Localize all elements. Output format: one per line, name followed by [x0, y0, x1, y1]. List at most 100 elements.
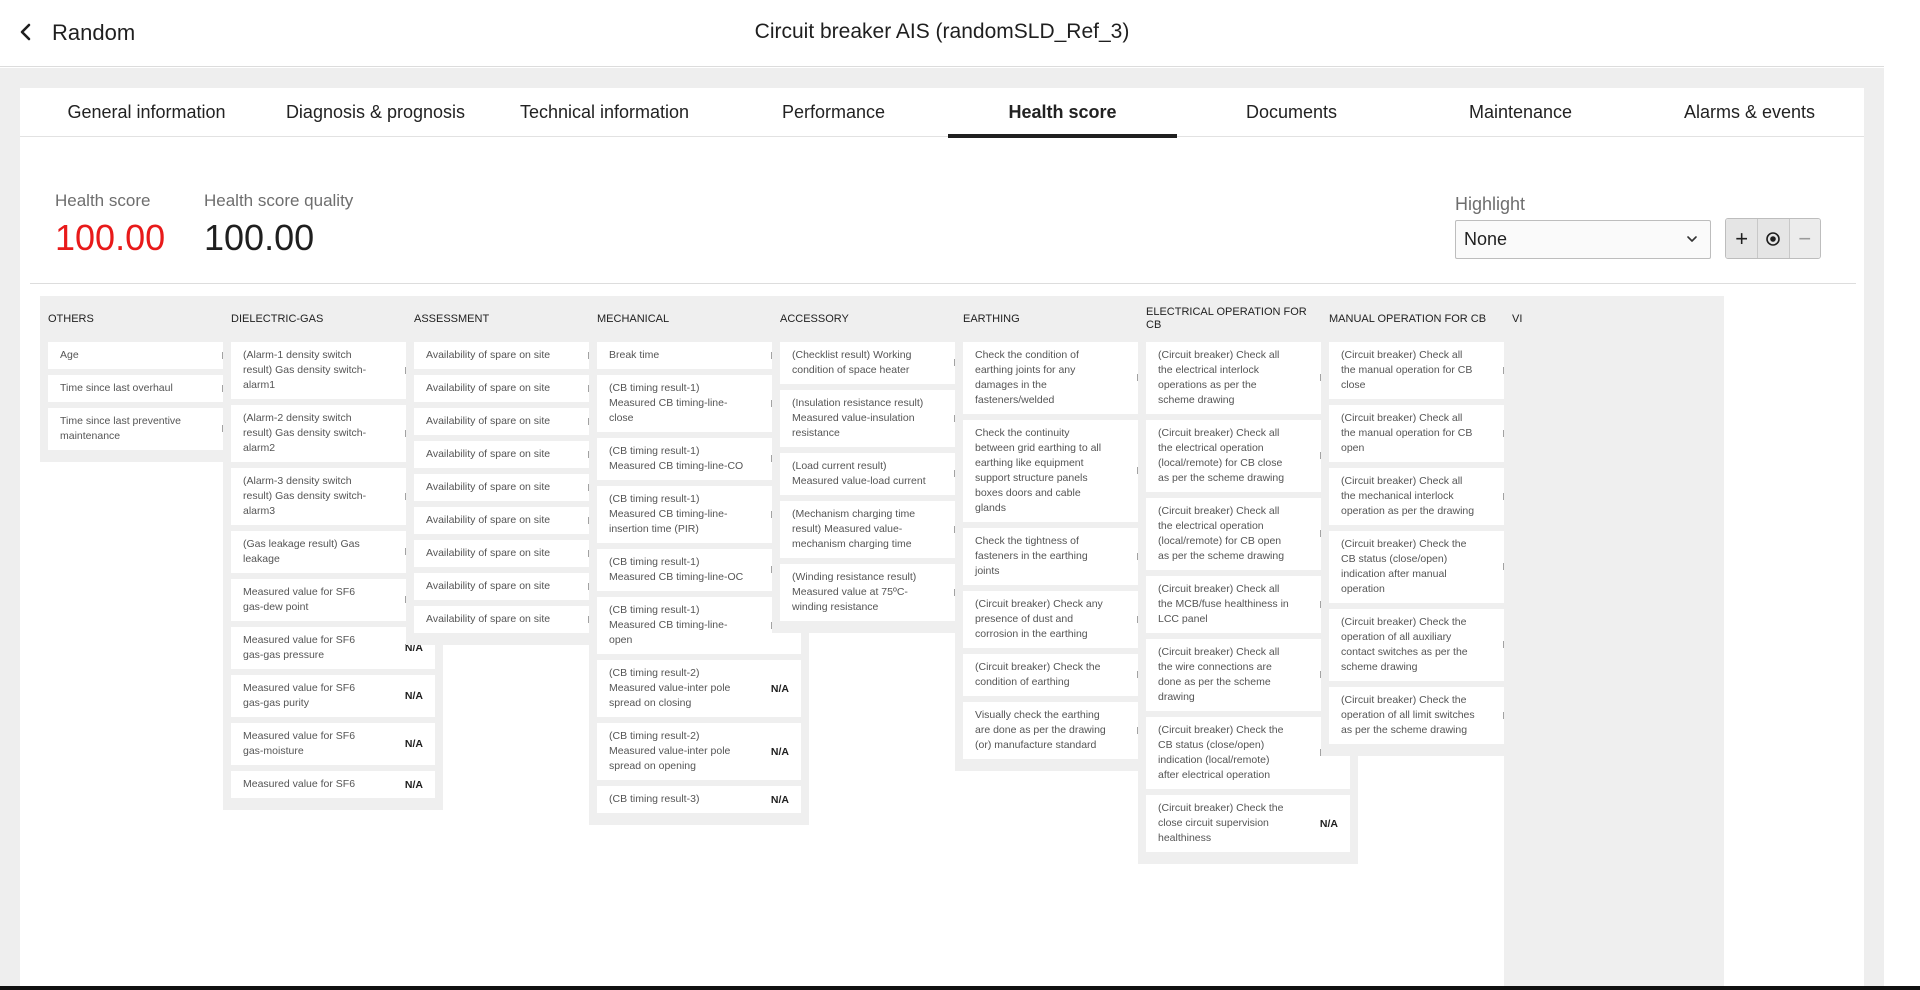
indicator-item[interactable]: (Circuit breaker) Check all the mechanic… [1329, 468, 1533, 525]
highlight-label: Highlight [1455, 194, 1526, 214]
indicator-item[interactable]: (Circuit breaker) Check the operation of… [1329, 609, 1533, 681]
tab-bar: General information Diagnosis & prognosis… [20, 88, 1864, 138]
tab-technical-information[interactable]: Technical information [490, 88, 719, 137]
target-icon [1766, 231, 1781, 246]
indicator-item[interactable]: (Load current result) Measured value-loa… [780, 453, 984, 495]
tab-performance[interactable]: Performance [719, 88, 948, 137]
health-score-quality-label: Health score quality [204, 191, 354, 210]
indicator-label: (Circuit breaker) Check all the manual o… [1341, 412, 1473, 454]
indicator-value: N/A [404, 738, 423, 750]
indicator-label: Time since last preventive maintenance [60, 415, 181, 442]
indicator-label: (Insulation resistance result) Measured … [792, 397, 924, 439]
tab-documents[interactable]: Documents [1177, 88, 1406, 137]
indicator-item[interactable]: Availability of spare on siteN/A [414, 573, 618, 600]
indicator-label: (CB timing result-1) Measured CB timing-… [609, 604, 728, 646]
zoom-in-button[interactable]: + [1726, 219, 1758, 258]
indicator-item[interactable]: AgeN/A [48, 342, 252, 369]
indicator-label: (Winding resistance result) Measured val… [792, 571, 917, 613]
category-header: ASSESSMENTN/A [414, 296, 618, 342]
indicator-item[interactable]: (CB timing result-1) Measured CB timing-… [597, 549, 801, 591]
indicator-item[interactable]: Availability of spare on siteN/A [414, 342, 618, 369]
indicator-item[interactable]: (CB timing result-1) Measured CB timing-… [597, 486, 801, 543]
indicator-item[interactable]: (Circuit breaker) Check all the wire con… [1146, 639, 1350, 711]
indicator-item[interactable]: (Winding resistance result) Measured val… [780, 564, 984, 621]
indicator-item[interactable]: (Gas leakage result) Gas leakageN/A [231, 531, 435, 573]
indicator-item[interactable]: (CB timing result-1) Measured CB timing-… [597, 438, 801, 480]
indicator-item[interactable]: Availability of spare on siteN/A [414, 507, 618, 534]
indicator-label: Availability of spare on site [426, 481, 551, 493]
indicator-label: Break time [609, 349, 660, 361]
tab-health-score[interactable]: Health score [948, 88, 1177, 138]
tab-maintenance[interactable]: Maintenance [1406, 88, 1635, 137]
indicator-item[interactable]: Time since last preventive maintenanceN/… [48, 408, 252, 450]
zoom-out-button[interactable]: − [1788, 219, 1820, 258]
indicator-label: (Circuit breaker) Check all the mechanic… [1341, 475, 1475, 517]
indicator-item[interactable]: (Circuit breaker) Check the operation of… [1329, 687, 1533, 744]
health-score-quality-value: 100.00 [204, 217, 315, 258]
indicator-item[interactable]: (Alarm-1 density switch result) Gas dens… [231, 342, 435, 399]
indicator-item[interactable]: Availability of spare on siteN/A [414, 540, 618, 567]
indicator-item[interactable]: (Insulation resistance result) Measured … [780, 390, 984, 447]
indicator-item[interactable]: (CB timing result-3) N/A [597, 786, 801, 813]
health-score-quality: Health score quality 100.00 [204, 191, 353, 259]
indicator-item[interactable]: (Circuit breaker) Check the CB status (c… [1146, 717, 1350, 789]
indicator-item[interactable]: (Circuit breaker) Check the close circui… [1146, 795, 1350, 852]
indicator-label: Availability of spare on site [426, 382, 551, 394]
indicator-label: Measured value for SF6 gas-gas purity [243, 682, 356, 709]
indicator-item[interactable]: Time since last overhaulN/A [48, 375, 252, 402]
indicator-item[interactable]: (Circuit breaker) Check all the electric… [1146, 420, 1350, 492]
indicator-item[interactable]: Measured value for SF6 gas-dew pointN/A [231, 579, 435, 621]
indicator-item[interactable]: (Circuit breaker) Check all the manual o… [1329, 342, 1533, 399]
indicator-item[interactable]: (CB timing result-1) Measured CB timing-… [597, 375, 801, 432]
indicator-item[interactable]: (Circuit breaker) Check the condition of… [963, 654, 1167, 696]
indicator-label: Availability of spare on site [426, 514, 551, 526]
indicator-item[interactable]: Check the tightness of fasteners in the … [963, 528, 1167, 585]
indicator-item[interactable]: (Circuit breaker) Check the CB status (c… [1329, 531, 1533, 603]
indicator-item[interactable]: (Alarm-3 density switch result) Gas dens… [231, 468, 435, 525]
category-title: MECHANICAL [597, 312, 670, 325]
indicator-item[interactable]: (CB timing result-2) Measured value-inte… [597, 723, 801, 780]
highlight-select[interactable]: None [1455, 220, 1711, 259]
zoom-reset-button[interactable] [1757, 219, 1789, 258]
indicator-label: Check the continuity between grid earthi… [975, 427, 1102, 514]
indicator-item[interactable]: (CB timing result-1) Measured CB timing-… [597, 597, 801, 654]
indicator-item[interactable]: (Mechanism charging time result) Measure… [780, 501, 984, 558]
indicator-item[interactable]: Availability of spare on siteN/A [414, 474, 618, 501]
indicator-label: (Circuit breaker) Check the CB status (c… [1341, 538, 1467, 595]
indicator-item[interactable]: Availability of spare on siteN/A [414, 441, 618, 468]
indicator-item[interactable]: Visually check the earthing are done as … [963, 702, 1167, 759]
indicator-item[interactable]: Measured value for SF6 N/A [231, 771, 435, 798]
tab-diagnosis-prognosis[interactable]: Diagnosis & prognosis [261, 88, 490, 137]
top-bar: Random Circuit breaker AIS (randomSLD_Re… [0, 0, 1884, 67]
indicator-label: (Alarm-2 density switch result) Gas dens… [243, 412, 367, 454]
indicator-item[interactable]: (Circuit breaker) Check all the manual o… [1329, 405, 1533, 462]
category-title: ACCESSORY [780, 312, 849, 325]
indicator-item[interactable]: Measured value for SF6 gas-gas pressure N… [231, 627, 435, 669]
indicator-item[interactable]: Availability of spare on siteN/A [414, 408, 618, 435]
indicator-item[interactable]: Availability of spare on siteN/A [414, 606, 618, 633]
indicator-value: N/A [1319, 817, 1338, 830]
indicator-item[interactable]: (Checklist result) Working condition of … [780, 342, 984, 384]
indicator-item[interactable]: Availability of spare on siteN/A [414, 375, 618, 402]
indicator-item[interactable]: Measured value for SF6 gas-gas purity N/A [231, 675, 435, 717]
indicator-label: Time since last overhaul [60, 382, 173, 394]
indicator-label: Availability of spare on site [426, 415, 551, 427]
indicator-label: (Mechanism charging time result) Measure… [792, 508, 916, 550]
indicator-item[interactable]: (Alarm-2 density switch result) Gas dens… [231, 405, 435, 462]
indicator-item[interactable]: (Circuit breaker) Check all the MCB/fuse… [1146, 576, 1350, 633]
indicator-item[interactable]: (Circuit breaker) Check any presence of … [963, 591, 1167, 648]
highlight-selected-value: None [1464, 229, 1508, 249]
indicator-item[interactable]: Check the condition of earthing joints f… [963, 342, 1167, 414]
category-header: MANUAL OPERATION FOR CBN/A [1329, 296, 1533, 342]
indicator-item[interactable]: Break timeN/A [597, 342, 801, 369]
tab-general-information[interactable]: General information [32, 88, 261, 137]
indicator-item[interactable]: Check the continuity between grid earthi… [963, 420, 1167, 522]
indicator-label: (CB timing result-1) Measured CB timing-… [609, 445, 744, 472]
indicator-item[interactable]: Measured value for SF6 gas-moisture N/A [231, 723, 435, 765]
indicator-label: Age [60, 349, 79, 361]
indicator-item[interactable]: (Circuit breaker) Check all the electric… [1146, 498, 1350, 570]
indicator-item[interactable]: (CB timing result-2) Measured value-inte… [597, 660, 801, 717]
health-score: Health score 100.00 [55, 191, 165, 259]
indicator-item[interactable]: (Circuit breaker) Check all the electric… [1146, 342, 1350, 414]
tab-alarms-events[interactable]: Alarms & events [1635, 88, 1864, 137]
